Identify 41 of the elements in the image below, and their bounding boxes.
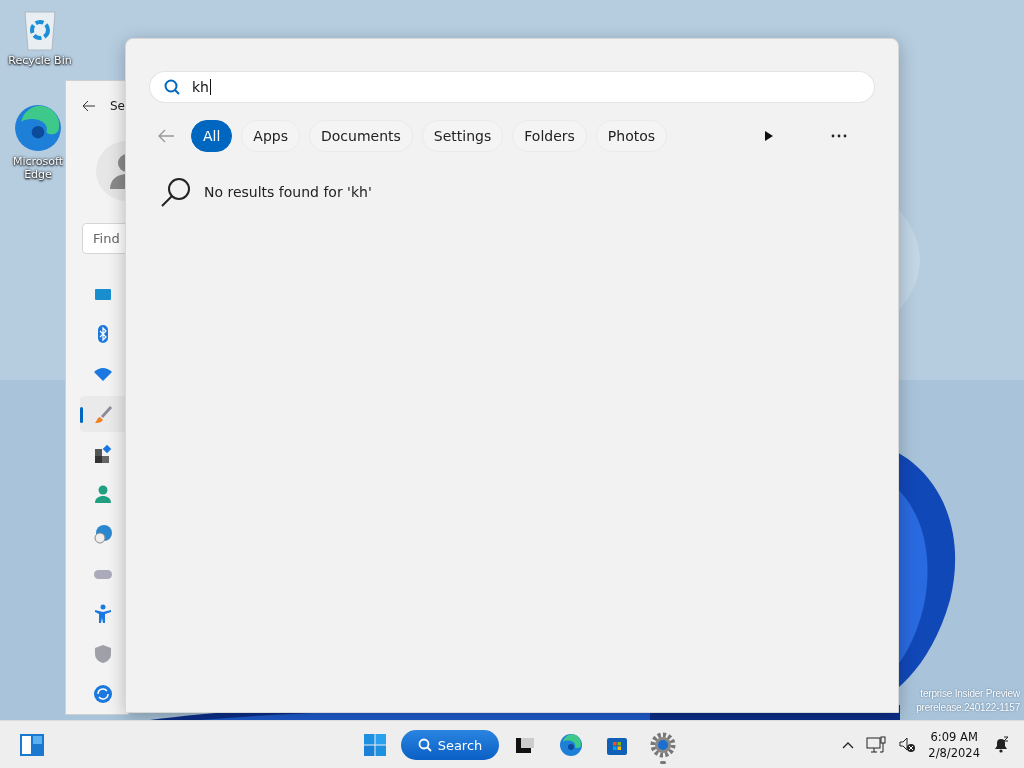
- window-title: Se: [110, 98, 125, 113]
- person-icon: [93, 484, 113, 504]
- no-results-message: No results found for 'kh': [204, 184, 372, 200]
- back-icon: [157, 129, 175, 143]
- notification-bell-icon[interactable]: [992, 736, 1010, 754]
- recycle-bin-icon[interactable]: [21, 8, 59, 52]
- shield-icon: [93, 644, 113, 664]
- sync-icon: [93, 684, 113, 704]
- desktop-icon-label: Microsoft Edge: [11, 155, 65, 181]
- more-icon: [831, 134, 847, 138]
- search-button[interactable]: Search: [401, 730, 499, 760]
- brush-icon: [93, 404, 113, 424]
- filter-tab[interactable]: Apps: [241, 120, 300, 152]
- volume-muted-icon[interactable]: [898, 737, 917, 753]
- filter-tab[interactable]: Photos: [595, 120, 668, 152]
- back-icon[interactable]: [82, 99, 96, 112]
- play-icon: [764, 130, 774, 142]
- date-text: 2/8/2024: [928, 745, 980, 761]
- filter-tab[interactable]: Documents: [309, 120, 413, 152]
- edge-icon[interactable]: [13, 103, 63, 153]
- search-icon: [417, 738, 432, 752]
- search-icon: [160, 176, 192, 208]
- accessibility-icon: [93, 604, 113, 624]
- filter-tab[interactable]: Folders: [512, 120, 587, 152]
- chevron-up-icon[interactable]: [842, 741, 855, 749]
- windows-icon: [363, 733, 387, 757]
- widgets-icon: [19, 733, 45, 757]
- time-text: 6:09 AM: [930, 729, 978, 745]
- edge-icon: [559, 733, 583, 757]
- desktop-icon-label: Recycle Bin: [7, 54, 73, 67]
- watermark-text: prerelease.240122-1157: [916, 701, 1020, 715]
- apps-icon: [93, 444, 113, 464]
- clock[interactable]: 6:09 AM 2/8/2024: [928, 729, 980, 761]
- filter-tab[interactable]: All: [191, 120, 233, 152]
- network-icon[interactable]: [866, 736, 887, 754]
- filter-tab[interactable]: Settings: [421, 120, 504, 152]
- watermark-text: terprise Insider Preview: [920, 687, 1020, 701]
- search-icon: [164, 79, 180, 95]
- search-field[interactable]: Find: [82, 222, 128, 254]
- search-field[interactable]: kh: [150, 72, 874, 102]
- settings-icon: [650, 732, 676, 758]
